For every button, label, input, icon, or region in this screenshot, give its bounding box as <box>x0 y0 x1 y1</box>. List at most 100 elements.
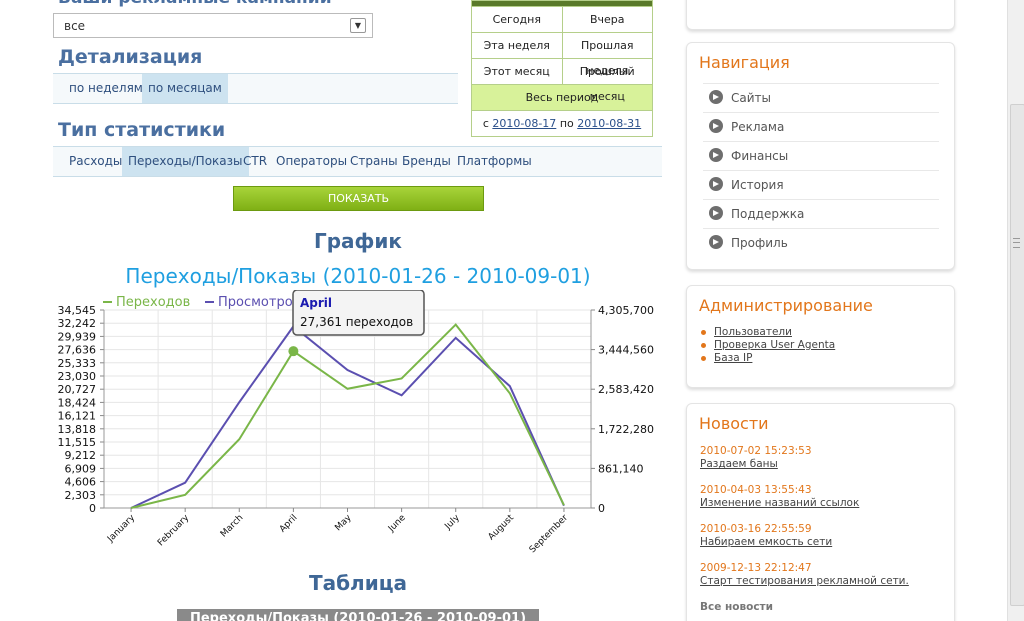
y-left-tick-label: 20,727 <box>58 383 97 396</box>
sidebar-top-box <box>686 0 955 30</box>
bullet-icon <box>701 342 706 348</box>
period-from-date[interactable]: 2010-08-17 <box>492 117 556 130</box>
tab-ctr[interactable]: CTR <box>237 147 273 176</box>
arrow-circle-icon <box>709 206 723 220</box>
news-title: Новости <box>699 414 769 433</box>
x-tick-label: February <box>156 513 192 549</box>
news-date: 2010-04-03 13:55:43 <box>700 484 812 496</box>
all-news-link[interactable]: Все новости <box>700 601 773 613</box>
y-right-tick-label: 2,583,420 <box>598 383 654 396</box>
tab-operators[interactable]: Операторы <box>270 147 353 176</box>
y-left-tick-label: 11,515 <box>58 436 97 449</box>
series-line-1 <box>130 324 565 509</box>
admin-link-user-agent[interactable]: Проверка User Agenta <box>701 339 835 351</box>
period-range: с 2010-08-17 по 2010-08-31 <box>472 110 652 136</box>
news-link[interactable]: Набираем емкость сети <box>700 536 832 548</box>
chevron-down-icon[interactable]: ▼ <box>350 18 366 33</box>
tab-by-weeks[interactable]: по неделям <box>63 74 149 103</box>
y-left-tick-label: 2,303 <box>65 489 97 502</box>
tab-by-months[interactable]: по месяцам <box>142 74 228 103</box>
admin-link-label: Проверка User Agenta <box>714 339 836 351</box>
x-tick-label: September <box>528 513 570 555</box>
x-tick-label: June <box>386 513 408 535</box>
chart-title: Переходы/Показы (2010-01-26 - 2010-09-01… <box>125 264 591 288</box>
period-row: Эта неделя Прошлая неделя <box>472 32 653 77</box>
legend-entry: Просмотров <box>218 295 300 310</box>
sidebar-item-label: Сайты <box>731 91 771 105</box>
y-left-tick-label: 18,424 <box>58 396 97 409</box>
y-left-tick-label: 16,121 <box>58 410 97 423</box>
sidebar-item-history[interactable]: История <box>703 170 939 199</box>
sidebar-item-support[interactable]: Поддержка <box>703 199 939 228</box>
tab-clicks-impressions[interactable]: Переходы/Показы <box>122 147 249 176</box>
news-link[interactable]: Старт тестирования рекламной сети. <box>700 575 909 587</box>
period-all[interactable]: Весь период <box>472 85 652 110</box>
page: Ваши рекламные кампании все ▼ Детализаци… <box>0 0 1007 621</box>
y-right-tick-label: 3,444,560 <box>598 344 654 357</box>
navigation-box: Навигация Сайты Реклама Финансы История … <box>686 42 955 270</box>
sidebar-item-label: Реклама <box>731 120 785 134</box>
sidebar-item-sites[interactable]: Сайты <box>703 83 939 112</box>
period-last-month[interactable]: Прошлый месяц <box>561 59 653 103</box>
admin-title: Администрирование <box>699 296 873 315</box>
y-left-tick-label: 25,333 <box>58 357 97 370</box>
period-to-date[interactable]: 2010-08-31 <box>577 117 641 130</box>
show-button[interactable]: ПОКАЗАТЬ <box>233 186 484 211</box>
tab-platforms[interactable]: Платформы <box>451 147 538 176</box>
period-to-label: по <box>559 117 574 130</box>
y-left-tick-label: 27,636 <box>58 344 97 357</box>
vertical-scrollbar[interactable] <box>1007 0 1024 621</box>
news-link[interactable]: Изменение названий ссылок <box>700 497 859 509</box>
period-from-label: с <box>482 117 489 130</box>
campaign-select-value: все <box>64 19 86 33</box>
admin-link-users[interactable]: Пользователи <box>701 326 792 338</box>
y-right-tick-label: 861,140 <box>598 462 644 475</box>
period-today[interactable]: Сегодня <box>472 7 562 32</box>
y-left-tick-label: 13,818 <box>58 423 97 436</box>
period-row: Сегодня Вчера <box>472 6 652 32</box>
news-link[interactable]: Раздаем баны <box>700 458 778 470</box>
graph-heading: График <box>314 229 402 253</box>
period-row: Этот месяц Прошлый месяц <box>472 58 653 103</box>
x-tick-label: July <box>443 513 463 533</box>
tab-expenses[interactable]: Расходы <box>63 147 128 176</box>
period-this-month[interactable]: Этот месяц <box>472 59 562 84</box>
arrow-circle-icon <box>709 235 723 249</box>
news-date: 2010-07-02 15:23:53 <box>700 445 812 457</box>
period-last-week[interactable]: Прошлая неделя <box>561 33 653 77</box>
period-yesterday[interactable]: Вчера <box>561 7 653 32</box>
news-box: Новости 2010-07-02 15:23:53 Раздаем баны… <box>686 403 955 621</box>
admin-box: Администрирование Пользователи Проверка … <box>686 285 955 388</box>
campaign-select[interactable]: все ▼ <box>53 13 373 38</box>
y-left-tick-label: 32,242 <box>58 317 97 330</box>
y-left-tick-label: 6,909 <box>65 462 97 475</box>
x-tick-label: January <box>105 513 137 545</box>
y-left-tick-label: 0 <box>89 502 96 515</box>
line-chart: 02,3034,6066,9099,21211,51513,81816,1211… <box>58 290 654 555</box>
bullet-icon <box>701 329 706 335</box>
scrollbar-thumb[interactable] <box>1010 104 1024 606</box>
y-left-tick-label: 34,545 <box>58 304 97 317</box>
sidebar-item-finance[interactable]: Финансы <box>703 141 939 170</box>
period-selector: Сегодня Вчера Эта неделя Прошлая неделя … <box>471 0 653 137</box>
detail-tabs: по неделям по месяцам <box>53 73 458 104</box>
y-right-tick-label: 0 <box>598 502 605 515</box>
navigation-title: Навигация <box>699 53 790 72</box>
y-right-tick-label: 1,722,280 <box>598 423 654 436</box>
sidebar-item-label: Профиль <box>731 236 788 250</box>
stat-type-tabs: Расходы Переходы/Показы CTR Операторы Ст… <box>53 146 662 177</box>
table-caption: Переходы/Показы (2010-01-26 - 2010-09-01… <box>177 609 539 621</box>
admin-link-ip-base[interactable]: База IP <box>701 352 752 364</box>
x-tick-label: March <box>219 513 245 539</box>
sidebar-item-profile[interactable]: Профиль <box>703 228 939 257</box>
stat-type-heading: Тип статистики <box>58 119 226 141</box>
arrow-circle-icon <box>709 148 723 162</box>
sidebar-item-ads[interactable]: Реклама <box>703 112 939 141</box>
tab-countries[interactable]: Страны <box>344 147 404 176</box>
news-date: 2010-03-16 22:55:59 <box>700 523 812 535</box>
tab-brands[interactable]: Бренды <box>396 147 457 176</box>
arrow-circle-icon <box>709 90 723 104</box>
period-this-week[interactable]: Эта неделя <box>472 33 562 58</box>
grip-icon <box>1013 238 1020 248</box>
highlight-point <box>288 346 299 357</box>
